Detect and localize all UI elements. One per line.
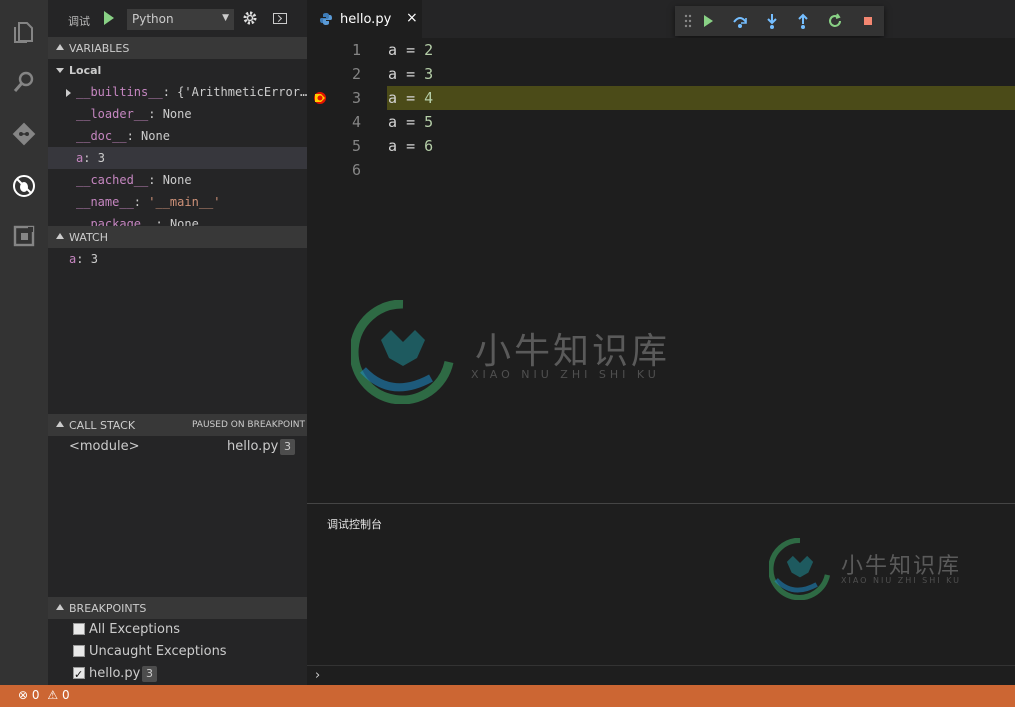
- frame-line-badge: 3: [280, 439, 295, 455]
- watermark-logo: [349, 299, 454, 405]
- debug-sidebar: 调试 Python ▼ VARIABLES Local __builtins__…: [48, 0, 307, 686]
- extensions-icon[interactable]: [0, 212, 48, 260]
- python-file-icon: [320, 13, 332, 25]
- debug-title: 调试: [68, 15, 90, 28]
- collapse-icon: [56, 604, 64, 610]
- search-icon[interactable]: [0, 58, 48, 106]
- variable-row-selected[interactable]: a: 3: [48, 147, 307, 169]
- step-into-icon[interactable]: [763, 12, 781, 30]
- error-icon: ⊗: [18, 688, 29, 702]
- watch-header[interactable]: WATCH: [48, 226, 307, 248]
- debug-icon[interactable]: [0, 162, 48, 210]
- variable-row[interactable]: __name__: '__main__': [48, 191, 307, 213]
- stack-frame[interactable]: <module> hello.py 3: [48, 436, 307, 458]
- watermark: 小牛知识库 XIAO NIU ZHI SHI KU: [349, 299, 667, 407]
- problems-indicator[interactable]: ⊗ 0 ⚠ 0: [18, 688, 70, 702]
- scope-local[interactable]: Local: [48, 59, 307, 81]
- editor-tabbar: hello.py ×: [307, 0, 1015, 38]
- code-editor[interactable]: 1 a = 2 2 a = 3 3 a = 4 4 a = 5 5 a = 6 …: [307, 38, 1015, 503]
- code-line[interactable]: 1 a = 2: [307, 38, 1015, 62]
- continue-icon[interactable]: [699, 12, 717, 30]
- terminal-icon[interactable]: [273, 13, 287, 24]
- warning-icon: ⚠: [47, 688, 59, 702]
- breakpoint-checkbox[interactable]: [73, 623, 85, 635]
- debug-toolbar: 调试 Python ▼: [48, 0, 307, 38]
- current-line-highlight: [387, 86, 1015, 110]
- tab-hello-py[interactable]: hello.py ×: [307, 0, 422, 38]
- watermark: 小牛知识库 XIAO NIU ZHI SHI KU: [768, 537, 959, 603]
- frame-name: <module>: [69, 439, 140, 454]
- code-line-current[interactable]: 3 a = 4: [307, 86, 1015, 110]
- breakpoint-checkbox[interactable]: [73, 664, 85, 686]
- variable-row[interactable]: __loader__: None: [48, 103, 307, 125]
- activity-bar: [0, 0, 48, 685]
- debug-console-panel: 调试控制台 小牛知识库 XIAO NIU ZHI SHI KU ›: [307, 503, 1015, 685]
- watermark-logo: [768, 537, 831, 601]
- console-input[interactable]: ›: [307, 665, 1015, 686]
- variables-header[interactable]: VARIABLES: [48, 37, 307, 59]
- breakpoint-line-badge: 3: [142, 666, 157, 682]
- collapse-icon: [56, 44, 64, 50]
- chevron-right-icon: [66, 88, 71, 97]
- drag-handle-icon[interactable]: [679, 12, 697, 30]
- breakpoint-row[interactable]: hello.py 3: [48, 663, 307, 686]
- variable-row[interactable]: __doc__: None: [48, 125, 307, 147]
- collapse-icon: [56, 233, 64, 239]
- code-line[interactable]: 6: [307, 158, 1015, 182]
- breakpoint-row[interactable]: All Exceptions: [48, 619, 307, 641]
- step-out-icon[interactable]: [794, 12, 812, 30]
- chevron-right-icon: ›: [315, 668, 321, 683]
- collapse-icon: [56, 421, 64, 427]
- debug-config-select[interactable]: Python ▼: [127, 9, 234, 30]
- git-icon[interactable]: [0, 110, 48, 158]
- code-line[interactable]: 4 a = 5: [307, 110, 1015, 134]
- close-icon[interactable]: ×: [406, 10, 418, 26]
- call-stack-header[interactable]: CALL STACK PAUSED ON BREAKPOINT: [48, 414, 307, 436]
- explorer-icon[interactable]: [0, 8, 48, 56]
- gear-icon[interactable]: [242, 10, 258, 26]
- debug-actions-toolbar: [675, 6, 884, 36]
- paused-status: PAUSED ON BREAKPOINT: [191, 420, 305, 430]
- variable-row[interactable]: __cached__: None: [48, 169, 307, 191]
- frame-file: hello.py: [227, 439, 279, 454]
- code-line[interactable]: 2 a = 3: [307, 62, 1015, 86]
- step-over-icon[interactable]: [731, 12, 749, 30]
- breakpoints-header[interactable]: BREAKPOINTS: [48, 597, 307, 619]
- restart-icon[interactable]: [826, 12, 844, 30]
- code-line[interactable]: 5 a = 6: [307, 134, 1015, 158]
- panel-title: 调试控制台: [327, 518, 382, 531]
- stop-icon[interactable]: [859, 12, 877, 30]
- breakpoint-row[interactable]: Uncaught Exceptions: [48, 641, 307, 663]
- breakpoint-checkbox[interactable]: [73, 645, 85, 657]
- watch-row[interactable]: a: 3: [48, 248, 307, 270]
- variable-row[interactable]: __package__: None: [48, 213, 307, 226]
- chevron-down-icon: [56, 68, 64, 73]
- chevron-down-icon: ▼: [222, 13, 229, 23]
- play-icon[interactable]: [104, 11, 114, 25]
- variable-row[interactable]: __builtins__: {'ArithmeticError…: [48, 81, 307, 103]
- status-bar: ⊗ 0 ⚠ 0: [0, 685, 1015, 707]
